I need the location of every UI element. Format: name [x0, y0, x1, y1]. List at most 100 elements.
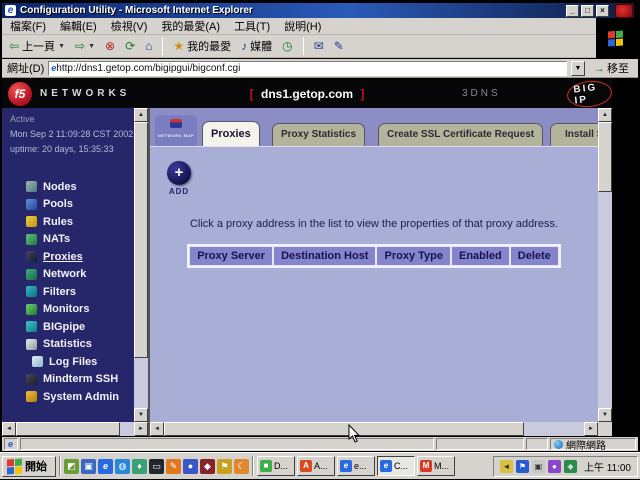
menu-edit[interactable]: 編輯(E) — [60, 18, 97, 34]
go-button[interactable]: → 移至 — [589, 60, 633, 76]
main-horizontal-scrollbar[interactable]: ◄ ► — [150, 422, 598, 436]
scroll-up-icon[interactable]: ▲ — [598, 108, 612, 122]
home-button[interactable]: ⌂ — [142, 38, 155, 54]
taskbar-window-2[interactable]: AA... — [297, 456, 335, 476]
refresh-button[interactable]: ⟳ — [122, 38, 138, 54]
minimize-button[interactable]: _ — [566, 5, 579, 17]
maximize-button[interactable]: □ — [581, 5, 594, 17]
start-button[interactable]: 開始 — [2, 456, 56, 477]
quicklaunch-icon-9[interactable]: ◆ — [200, 459, 215, 474]
refresh-icon: ⟳ — [125, 39, 135, 53]
main-vertical-scrollbar[interactable]: ▲ ▼ — [598, 108, 612, 422]
display-icon[interactable]: ▣ — [532, 460, 545, 473]
url-dropdown-button[interactable]: ▼ — [571, 61, 585, 76]
go-arrow-icon: → — [593, 61, 605, 75]
close-button[interactable]: × — [596, 5, 609, 17]
browser-toolbar: ⇦ 上一頁 ▼ ⇨ ▼ ⊗ ⟳ ⌂ ★ 我的最愛 ♪ 媒體 ◷ — [2, 35, 596, 58]
title-bar[interactable]: e Configuration Utility - Microsoft Inte… — [2, 3, 634, 18]
tab-install-ssl-certificate[interactable]: Install SSL Certificate — [550, 123, 598, 146]
taskbar-window-4-active[interactable]: eC... — [377, 456, 415, 476]
back-button[interactable]: ⇦ 上一頁 ▼ — [6, 37, 68, 55]
forward-dropdown-icon[interactable]: ▼ — [88, 43, 95, 50]
forward-button[interactable]: ⇨ ▼ — [72, 38, 98, 54]
column-delete[interactable]: Delete — [510, 246, 559, 266]
tab-create-ssl-certificate-request[interactable]: Create SSL Certificate Request — [378, 123, 543, 146]
sidebar-horizontal-scrollbar[interactable]: ◄ ► — [2, 422, 148, 436]
menu-file[interactable]: 檔案(F) — [10, 18, 46, 34]
scrollbar-thumb[interactable] — [16, 422, 120, 436]
scroll-down-icon[interactable]: ▼ — [134, 408, 148, 422]
media-button[interactable]: ♪ 媒體 — [238, 37, 275, 55]
menu-view[interactable]: 檢視(V) — [111, 18, 148, 34]
link-3dns[interactable]: 3DNS — [462, 88, 501, 99]
scrollbar-thumb[interactable] — [134, 122, 148, 358]
column-proxy-type[interactable]: Proxy Type — [376, 246, 451, 266]
tab-proxies[interactable]: Proxies — [202, 121, 260, 146]
sidebar-item-pools[interactable]: Pools — [2, 196, 134, 214]
scrollbar-thumb[interactable] — [164, 422, 524, 436]
scroll-left-icon[interactable]: ◄ — [2, 422, 16, 436]
tray-app-icon-1[interactable]: ● — [548, 460, 561, 473]
taskbar-window-5[interactable]: MM... — [417, 456, 455, 476]
sidebar-item-bigpipe[interactable]: BIGpipe — [2, 318, 134, 336]
sidebar-item-monitors[interactable]: Monitors — [2, 301, 134, 319]
menu-help[interactable]: 說明(H) — [284, 18, 321, 34]
quicklaunch-icon-5[interactable]: ♦ — [132, 459, 147, 474]
mail-button[interactable]: ✉ — [311, 38, 327, 54]
mouse-cursor — [348, 424, 361, 443]
tray-app-icon-2[interactable]: ◈ — [564, 460, 577, 473]
forward-arrow-icon: ⇨ — [75, 39, 85, 53]
column-enabled[interactable]: Enabled — [451, 246, 510, 266]
favorites-button[interactable]: ★ 我的最愛 — [170, 37, 234, 55]
column-proxy-server[interactable]: Proxy Server — [189, 246, 273, 266]
column-destination-host[interactable]: Destination Host — [273, 246, 376, 266]
quicklaunch-icon-10[interactable]: ⚑ — [217, 459, 232, 474]
link-bigip[interactable]: BIG IP — [566, 78, 613, 109]
url-input[interactable] — [56, 62, 564, 74]
sidebar-item-statistics[interactable]: Statistics — [2, 336, 134, 354]
menu-favorites[interactable]: 我的最愛(A) — [161, 18, 220, 34]
quicklaunch-icon-7[interactable]: ✎ — [166, 459, 181, 474]
scroll-left-icon[interactable]: ◄ — [150, 422, 164, 436]
taskbar-clock[interactable]: 上午 11:00 — [584, 459, 631, 474]
sidebar-item-nodes[interactable]: Nodes — [2, 178, 134, 196]
sidebar-item-proxies[interactable]: Proxies — [2, 248, 134, 266]
scroll-right-icon[interactable]: ► — [584, 422, 598, 436]
edit-button[interactable]: ✎ — [331, 38, 347, 54]
taskbar-window-3[interactable]: ee... — [337, 456, 375, 476]
scroll-up-icon[interactable]: ▲ — [134, 108, 148, 122]
sidebar-item-filters[interactable]: Filters — [2, 283, 134, 301]
volume-icon[interactable]: ◄ — [500, 460, 513, 473]
sidebar-item-system-admin[interactable]: System Admin — [2, 388, 134, 406]
sidebar-item-mindterm-ssh[interactable]: Mindterm SSH — [2, 371, 134, 389]
favorites-star-icon: ★ — [173, 39, 184, 53]
history-button[interactable]: ◷ — [279, 38, 295, 54]
sidebar-item-log-files[interactable]: Log Files — [2, 353, 134, 371]
network-map-button[interactable]: NETWORK MAP — [155, 115, 197, 146]
add-proxy-button[interactable]: + — [167, 161, 191, 185]
status-bar: e 網際網路 — [2, 437, 638, 451]
quicklaunch-icon-1[interactable]: ◩ — [64, 459, 79, 474]
ie-quicklaunch-icon[interactable]: e — [98, 459, 113, 474]
show-desktop-icon[interactable]: ▣ — [81, 459, 96, 474]
scrollbar-thumb[interactable] — [598, 122, 612, 192]
sidebar-item-network[interactable]: Network — [2, 266, 134, 284]
address-label: 網址(D) — [7, 60, 44, 76]
quicklaunch-icon-11[interactable]: ☾ — [234, 459, 249, 474]
scroll-down-icon[interactable]: ▼ — [598, 408, 612, 422]
quicklaunch-icon-8[interactable]: ● — [183, 459, 198, 474]
stop-button[interactable]: ⊗ — [102, 38, 118, 54]
taskbar-window-1[interactable]: ■D... — [257, 456, 295, 476]
sidebar-vertical-scrollbar[interactable]: ▲ ▼ — [134, 108, 148, 422]
tray-flag-icon[interactable]: ⚑ — [516, 460, 529, 473]
tab-proxy-statistics[interactable]: Proxy Statistics — [272, 123, 365, 146]
history-icon: ◷ — [282, 39, 292, 53]
sidebar-item-nats[interactable]: NATs — [2, 231, 134, 249]
back-dropdown-icon[interactable]: ▼ — [58, 43, 65, 50]
stop-icon: ⊗ — [105, 39, 115, 53]
outlook-icon[interactable]: ◍ — [115, 459, 130, 474]
menu-tools[interactable]: 工具(T) — [234, 18, 270, 34]
quicklaunch-icon-6[interactable]: ▭ — [149, 459, 164, 474]
scroll-right-icon[interactable]: ► — [134, 422, 148, 436]
sidebar-item-rules[interactable]: Rules — [2, 213, 134, 231]
